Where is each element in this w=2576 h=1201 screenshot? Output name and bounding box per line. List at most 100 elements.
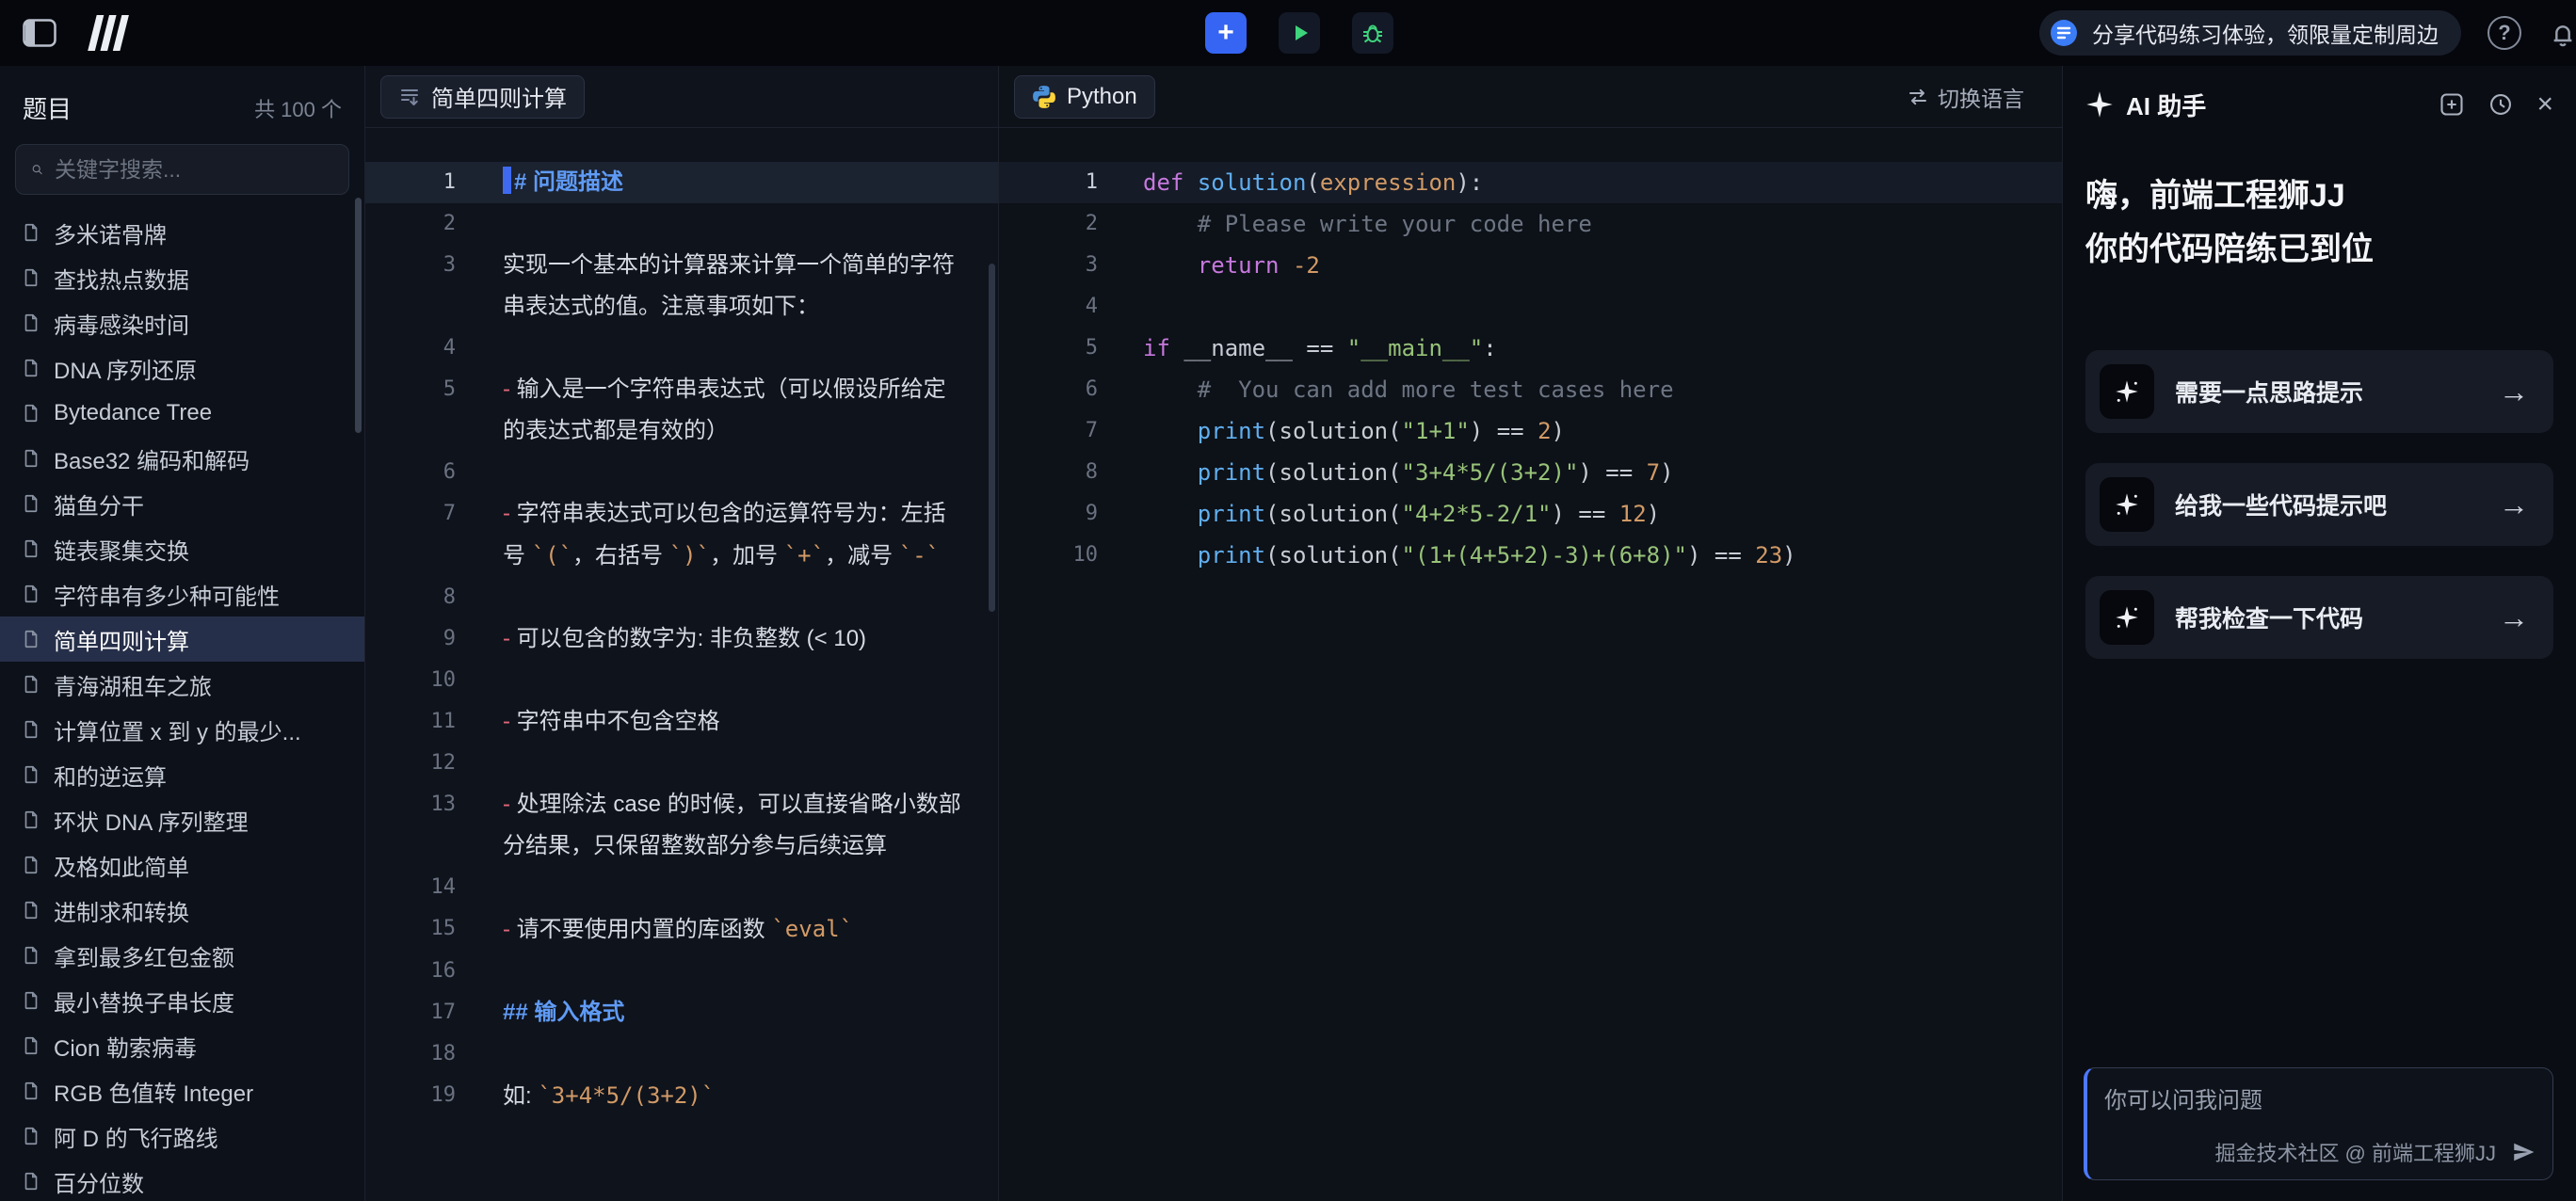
description-icon <box>398 86 421 108</box>
editor-line[interactable]: 3 return -2 <box>999 245 2062 286</box>
history-icon <box>2487 91 2514 118</box>
editor-line[interactable]: 8 <box>365 577 998 618</box>
problem-tab[interactable]: 简单四则计算 <box>380 75 585 119</box>
ai-question-input[interactable] <box>2104 1081 2536 1130</box>
problem-list-item[interactable]: RGB 色值转 Integer <box>0 1068 364 1113</box>
editor-line[interactable]: 7 - 字符串表达式可以包含的运算符号为：左括号 `(`，右括号 `)`，加号 … <box>365 493 998 577</box>
line-number: 6 <box>999 369 1098 410</box>
problem-lines: 1 # 问题描述 2 3 实现一个基本的计算器来计算一个简单的字符串表达式的值。… <box>365 128 998 1201</box>
editor-line[interactable]: 14 <box>365 867 998 908</box>
editor-line[interactable]: 4 <box>365 328 998 369</box>
new-chat-button[interactable] <box>2439 91 2465 118</box>
line-text: 如: `3+4*5/(3+2)` <box>456 1075 998 1117</box>
line-number: 15 <box>365 908 456 951</box>
editor-line[interactable]: 12 <box>365 743 998 784</box>
editor-line[interactable]: 1 def solution(expression): <box>999 162 2062 203</box>
line-number: 1 <box>999 162 1098 203</box>
editor-line[interactable]: 10 print(solution("(1+(4+5+2)-3)+(6+8)")… <box>999 535 2062 576</box>
ai-suggestion-card[interactable]: 需要一点思路提示 → <box>2085 350 2553 433</box>
search-box[interactable] <box>15 144 349 195</box>
run-button[interactable] <box>1279 12 1320 54</box>
editor-line[interactable]: 13 - 处理除法 case 的时候，可以直接省略小数部分结果，只保留整数部分参… <box>365 784 998 867</box>
problem-list-item[interactable]: 多米诺骨牌 <box>0 210 364 255</box>
line-text <box>456 867 998 908</box>
problem-list-item[interactable]: 和的逆运算 <box>0 752 364 797</box>
switch-language-button[interactable]: 切换语言 <box>1907 81 2047 113</box>
editor-line[interactable]: 5 - 输入是一个字符串表达式（可以假设所给定的表达式都是有效的） <box>365 369 998 452</box>
editor-line[interactable]: 2 # Please write your code here <box>999 203 2062 245</box>
problem-item-label: Bytedance Tree <box>54 400 212 426</box>
editor-line[interactable]: 18 <box>365 1033 998 1075</box>
ai-suggestion-card[interactable]: 给我一些代码提示吧 → <box>2085 463 2553 546</box>
problem-list-item[interactable]: 环状 DNA 序列整理 <box>0 797 364 842</box>
problem-list-item[interactable]: Base32 编码和解码 <box>0 436 364 481</box>
help-button[interactable]: ? <box>2487 16 2521 50</box>
ai-input-footer: 掘金技术社区 @ 前端工程狮JJ <box>2214 1137 2496 1167</box>
debug-button[interactable] <box>1352 12 1393 54</box>
problem-list-item[interactable]: 字符串有多少种可能性 <box>0 571 364 617</box>
document-icon <box>21 584 41 604</box>
editor-line[interactable]: 2 <box>365 203 998 245</box>
problem-list-item[interactable]: 青海湖租车之旅 <box>0 662 364 707</box>
editor-line[interactable]: 19 如: `3+4*5/(3+2)` <box>365 1075 998 1117</box>
problem-item-label: 环状 DNA 序列整理 <box>54 804 249 837</box>
history-button[interactable] <box>2487 91 2514 118</box>
problem-count: 共 100 个 <box>254 93 342 123</box>
problem-list-item[interactable]: Bytedance Tree <box>0 391 364 436</box>
problem-list-item[interactable]: 进制求和转换 <box>0 888 364 933</box>
editor-line[interactable]: 1 # 问题描述 <box>365 162 998 203</box>
notifications-button[interactable] <box>2548 18 2576 48</box>
editor-line[interactable]: 4 <box>999 286 2062 328</box>
close-panel-button[interactable]: × <box>2536 90 2553 119</box>
document-icon <box>21 448 41 469</box>
app-logo[interactable] <box>85 15 134 51</box>
editor-line[interactable]: 11 - 字符串中不包含空格 <box>365 701 998 743</box>
editor-line[interactable]: 15 - 请不要使用内置的库函数 `eval` <box>365 908 998 951</box>
problem-list-item[interactable]: 链表聚集交换 <box>0 526 364 571</box>
line-number: 9 <box>365 618 456 660</box>
problem-list-item[interactable]: 病毒感染时间 <box>0 300 364 345</box>
sidebar-toggle-icon[interactable] <box>23 19 56 47</box>
editor-line[interactable]: 8 print(solution("3+4*5/(3+2)") == 7) <box>999 452 2062 493</box>
problem-list-item[interactable]: Cion 勒索病毒 <box>0 1023 364 1068</box>
problem-list-item[interactable]: DNA 序列还原 <box>0 345 364 391</box>
editor-line[interactable]: 16 <box>365 951 998 992</box>
problem-item-label: 和的逆运算 <box>54 759 167 792</box>
line-text: - 字符串表达式可以包含的运算符号为：左括号 `(`，右括号 `)`，加号 `+… <box>456 493 998 577</box>
promo-badge-text: 分享代码练习体验，领限量定制周边 <box>2092 17 2439 49</box>
document-icon <box>21 1126 41 1146</box>
editor-line[interactable]: 9 - 可以包含的数字为: 非负整数 (< 10) <box>365 618 998 660</box>
problem-item-label: 简单四则计算 <box>54 623 189 656</box>
sidebar-scrollbar[interactable] <box>355 198 362 433</box>
editor-line[interactable]: 3 实现一个基本的计算器来计算一个简单的字符串表达式的值。注意事项如下： <box>365 245 998 328</box>
editor-line[interactable]: 6 # You can add more test cases here <box>999 369 2062 410</box>
editor-line[interactable]: 7 print(solution("1+1") == 2) <box>999 410 2062 452</box>
editor-line[interactable]: 5 if __name__ == "__main__": <box>999 328 2062 369</box>
problem-item-label: 青海湖租车之旅 <box>54 668 212 701</box>
line-number: 18 <box>365 1033 456 1075</box>
language-tab[interactable]: Python <box>1014 75 1155 119</box>
editor-line[interactable]: 17 ## 输入格式 <box>365 992 998 1033</box>
problem-list-item[interactable]: 简单四则计算 <box>0 617 364 662</box>
line-text: # You can add more test cases here <box>1098 369 2062 410</box>
problem-list-item[interactable]: 百分位数 <box>0 1159 364 1201</box>
description-scrollbar[interactable] <box>989 264 995 612</box>
problem-list-item[interactable]: 阿 D 的飞行路线 <box>0 1113 364 1159</box>
problem-list-item[interactable]: 查找热点数据 <box>0 255 364 300</box>
send-button[interactable] <box>2511 1140 2536 1164</box>
editor-line[interactable]: 6 <box>365 452 998 493</box>
problem-list-item[interactable]: 拿到最多红包金额 <box>0 933 364 978</box>
problem-list-item[interactable]: 最小替换子串长度 <box>0 978 364 1023</box>
problem-list-item[interactable]: 及格如此简单 <box>0 842 364 888</box>
promo-badge[interactable]: 分享代码练习体验，领限量定制周边 <box>2039 10 2461 56</box>
ai-assistant-panel: AI 助手 × 嗨，前端工程狮JJ 你的代码陪练已到位 需要一点思路提示 → <box>2062 66 2576 1201</box>
search-input[interactable] <box>55 157 333 183</box>
editor-line[interactable]: 10 <box>365 660 998 701</box>
editor-line[interactable]: 9 print(solution("4+2*5-2/1") == 12) <box>999 493 2062 535</box>
line-text <box>456 1033 998 1075</box>
new-console-button[interactable]: + <box>1205 12 1247 54</box>
problem-list-item[interactable]: 计算位置 x 到 y 的最少... <box>0 707 364 752</box>
ai-suggestion-card[interactable]: 帮我检查一下代码 → <box>2085 576 2553 659</box>
problem-list-item[interactable]: 猫鱼分干 <box>0 481 364 526</box>
ai-input-box[interactable]: 掘金技术社区 @ 前端工程狮JJ <box>2084 1067 2553 1180</box>
